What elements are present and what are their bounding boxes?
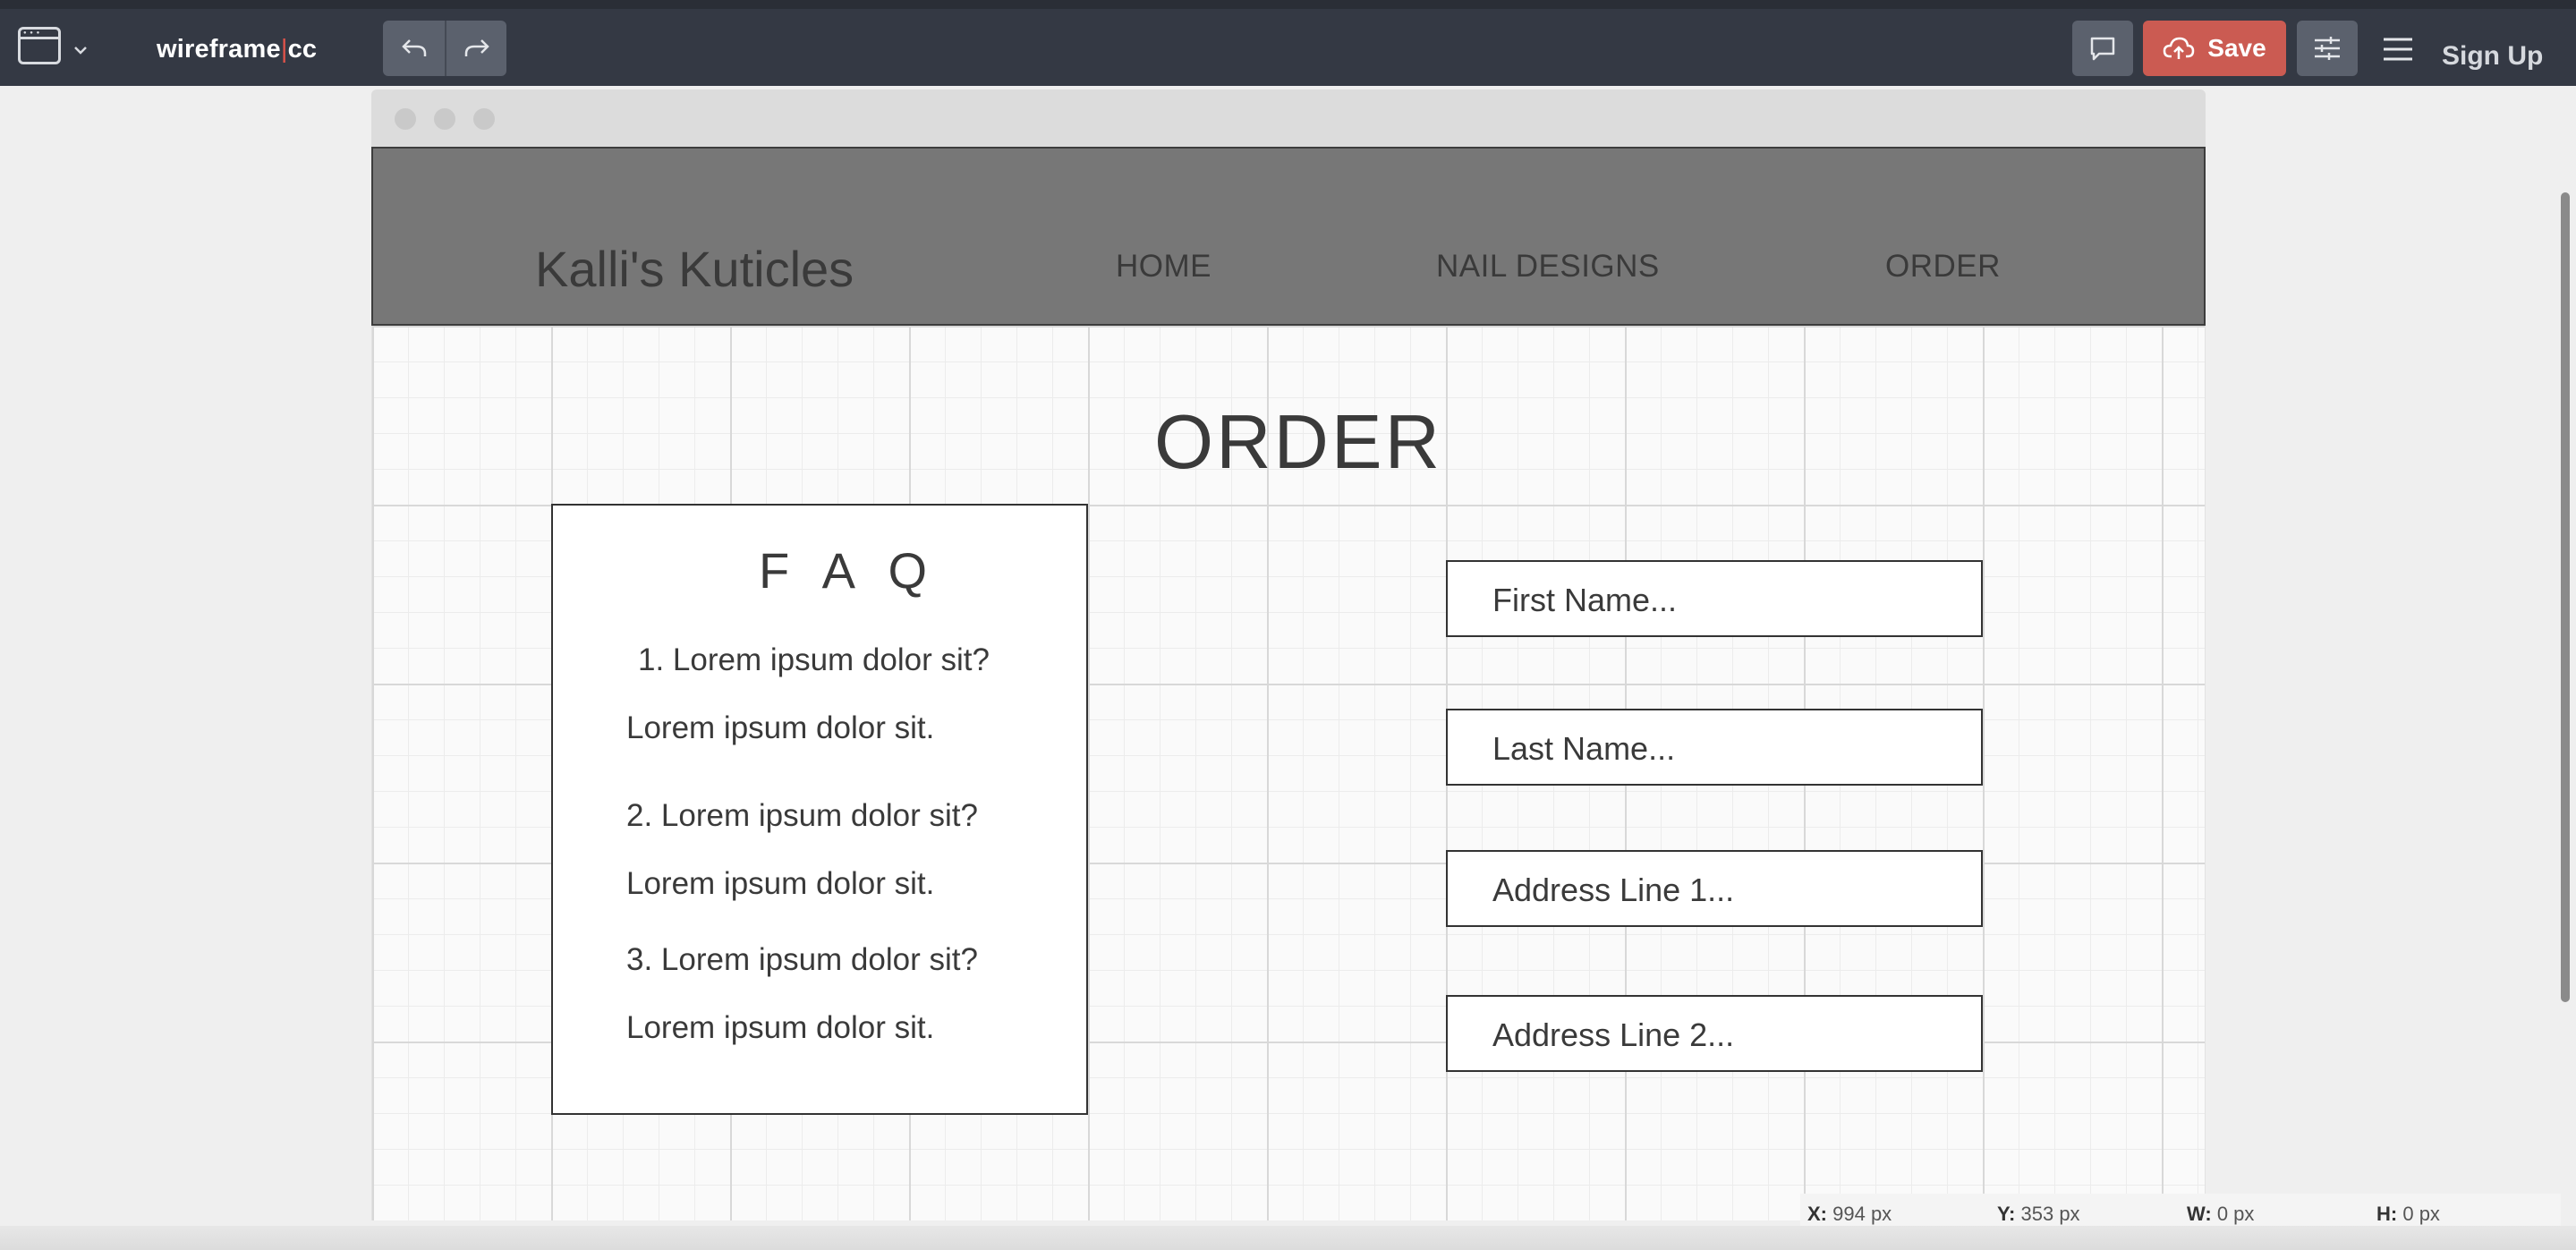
app-logo[interactable]: wireframe|cc: [157, 35, 317, 64]
field-placeholder: Address Line 1...: [1492, 872, 1735, 908]
redo-button[interactable]: [445, 21, 506, 76]
nav-nail-designs[interactable]: NAIL DESIGNS: [1436, 249, 1660, 285]
save-label: Save: [2207, 34, 2266, 62]
y-readout: Y: 353 px: [1997, 1203, 2080, 1225]
faq-question[interactable]: 2. Lorem ipsum dolor sit?: [626, 798, 978, 834]
logo-suffix: cc: [287, 35, 318, 64]
site-title[interactable]: Kalli's Kuticles: [535, 240, 854, 298]
window-icon[interactable]: ● ● ●: [18, 27, 61, 64]
chevron-down-icon[interactable]: [72, 41, 89, 59]
comment-icon: [2090, 37, 2115, 61]
faq-title[interactable]: F A Q: [759, 541, 938, 599]
undo-redo-group: [383, 21, 506, 76]
faq-question[interactable]: 3. Lorem ipsum dolor sit?: [626, 942, 978, 978]
first-name-field[interactable]: First Name...: [1446, 560, 1983, 637]
nav-order[interactable]: ORDER: [1885, 249, 2001, 285]
nav-home[interactable]: HOME: [1116, 249, 1211, 285]
hamburger-menu-icon[interactable]: [2380, 36, 2416, 63]
field-placeholder: First Name...: [1492, 582, 1678, 618]
faq-answer[interactable]: Lorem ipsum dolor sit.: [626, 866, 934, 902]
vertical-scrollbar[interactable]: [2561, 192, 2570, 1002]
field-placeholder: Address Line 2...: [1492, 1016, 1735, 1053]
faq-question[interactable]: 1. Lorem ipsum dolor sit?: [638, 642, 990, 678]
bottom-edge: [0, 1226, 2576, 1250]
faq-answer[interactable]: Lorem ipsum dolor sit.: [626, 710, 934, 746]
faq-answer[interactable]: Lorem ipsum dolor sit.: [626, 1010, 934, 1046]
last-name-field[interactable]: Last Name...: [1446, 709, 1983, 786]
sign-up-link[interactable]: Sign Up: [2442, 41, 2543, 72]
sliders-icon: [2315, 37, 2340, 60]
app-toolbar: ● ● ● wireframe|cc Save Sign Up: [0, 0, 2576, 86]
cloud-upload-icon: [2164, 37, 2195, 59]
comment-button[interactable]: [2072, 21, 2133, 76]
field-placeholder: Last Name...: [1492, 730, 1676, 767]
redo-icon: [464, 39, 489, 56]
x-readout: X: 994 px: [1807, 1203, 1892, 1225]
page-heading[interactable]: ORDER: [1154, 399, 1442, 487]
w-readout: W: 0 px: [2187, 1203, 2255, 1225]
settings-button[interactable]: [2297, 21, 2358, 76]
logo-text: wireframe: [157, 35, 281, 64]
faq-box[interactable]: F A Q 1. Lorem ipsum dolor sit? Lorem ip…: [551, 504, 1088, 1115]
undo-button[interactable]: [383, 21, 445, 76]
h-readout: H: 0 px: [2376, 1203, 2440, 1225]
undo-icon: [401, 39, 426, 56]
save-button[interactable]: Save: [2143, 21, 2286, 76]
logo-separator: |: [280, 35, 288, 64]
wireframe-frame-bar: [371, 89, 2206, 149]
frame-dot: [473, 108, 495, 130]
frame-dot: [434, 108, 455, 130]
address-line-2-field[interactable]: Address Line 2...: [1446, 995, 1983, 1072]
frame-dot: [395, 108, 416, 130]
site-header-box[interactable]: Kalli's Kuticles HOME NAIL DESIGNS ORDER: [371, 147, 2206, 326]
address-line-1-field[interactable]: Address Line 1...: [1446, 850, 1983, 927]
